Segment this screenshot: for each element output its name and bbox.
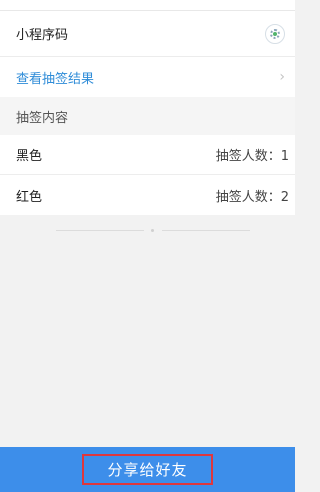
bottom-bar[interactable]: 分享给好友	[0, 447, 295, 492]
qr-code-icon[interactable]	[265, 23, 285, 44]
share-to-friends-button[interactable]: 分享给好友	[82, 454, 213, 485]
view-results-row[interactable]: 查看抽签结果 ›	[0, 57, 295, 97]
list-item: 红色 抽签人数：2	[0, 175, 295, 215]
mini-program-code-row[interactable]: 小程序码	[0, 11, 295, 57]
divider-line-left	[56, 230, 144, 231]
view-results-link[interactable]: 查看抽签结果	[16, 68, 94, 87]
item-count: 抽签人数：2	[215, 189, 289, 205]
top-strip	[0, 0, 295, 11]
mini-program-code-label: 小程序码	[16, 28, 69, 43]
item-name: 黑色	[16, 149, 43, 164]
item-count: 抽签人数：1	[215, 149, 289, 164]
divider-line-right	[162, 230, 250, 231]
chevron-right-icon: ›	[279, 69, 285, 85]
item-name: 红色	[16, 189, 43, 205]
end-divider	[56, 228, 250, 234]
list-item: 黑色 抽签人数：1	[0, 135, 295, 175]
draw-content-header: 抽签内容	[0, 97, 295, 135]
draw-content-list: 黑色 抽签人数：1 红色 抽签人数：2	[0, 135, 295, 215]
divider-dot	[151, 229, 154, 232]
